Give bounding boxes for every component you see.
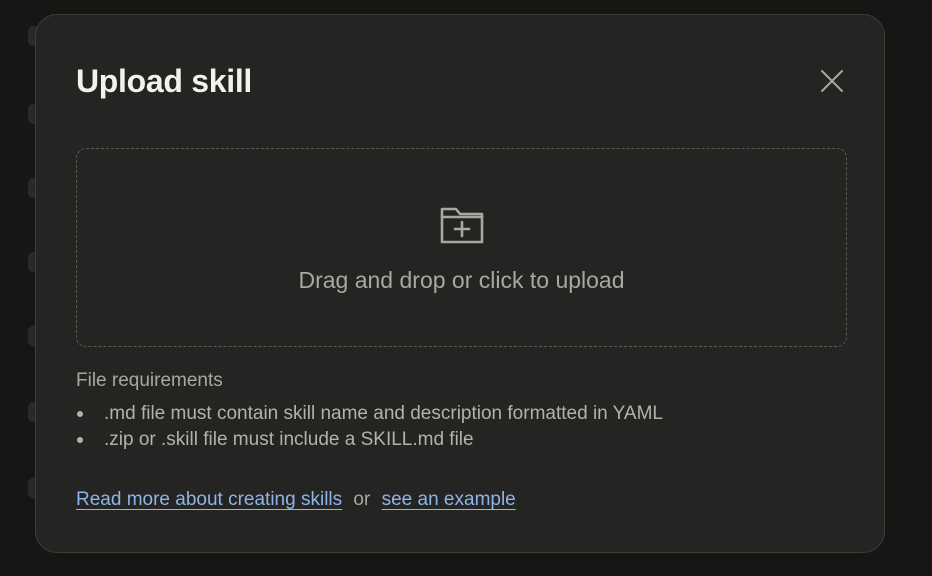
help-links: Read more about creating skills or see a… [76,487,516,513]
links-separator: or [353,489,371,510]
requirements-list: .md file must contain skill name and des… [76,401,836,453]
requirement-item: .zip or .skill file must include a SKILL… [76,427,836,453]
bullet-icon [77,411,83,417]
dropzone-label: Drag and drop or click to upload [298,267,625,293]
dialog-title: Upload skill [76,63,252,99]
close-button[interactable] [816,65,848,97]
requirements-heading: File requirements [76,370,223,391]
requirement-item: .md file must contain skill name and des… [76,401,836,427]
close-icon [821,70,843,92]
bullet-icon [77,437,83,443]
requirement-text: .md file must contain skill name and des… [104,403,663,424]
requirement-text: .zip or .skill file must include a SKILL… [104,429,474,450]
file-dropzone[interactable]: Drag and drop or click to upload [76,148,847,347]
folder-plus-icon [440,207,484,244]
upload-skill-dialog: Upload skill Drag and drop or click to u… [35,14,885,553]
read-more-link[interactable]: Read more about creating skills [76,489,342,510]
see-example-link[interactable]: see an example [382,489,516,510]
